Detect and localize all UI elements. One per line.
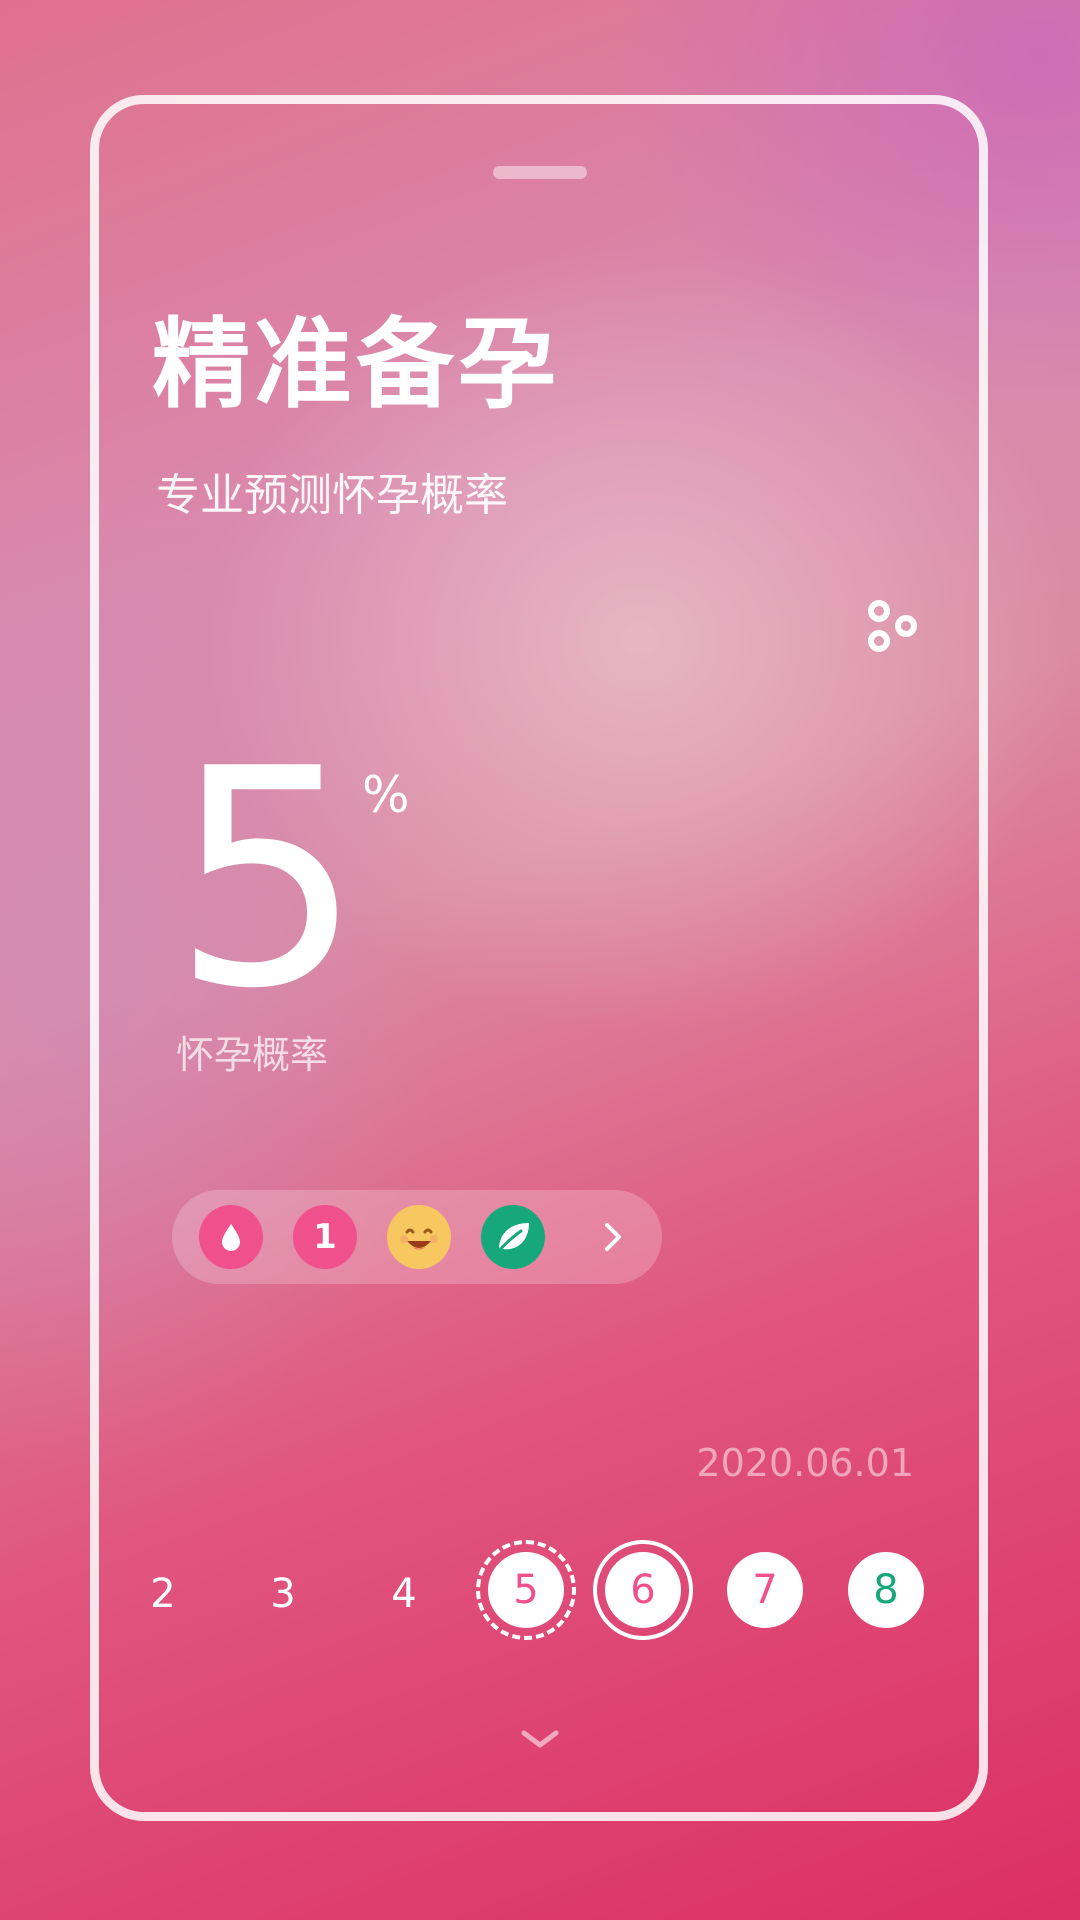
calendar-day[interactable]: 4: [364, 1554, 444, 1634]
page-subtitle: 专业预测怀孕概率: [156, 470, 508, 521]
drag-handle[interactable]: [493, 166, 587, 179]
chevron-down-icon[interactable]: [520, 1728, 560, 1752]
page-title: 精准备孕: [152, 308, 561, 422]
smile-face-icon: [400, 1228, 438, 1250]
drop-icon: [222, 1224, 240, 1251]
calendar-day[interactable]: 3: [243, 1554, 323, 1634]
calendar-day[interactable]: 2: [123, 1554, 203, 1634]
more-dots-icon[interactable]: [866, 598, 922, 658]
calendar-day-today[interactable]: 5: [476, 1540, 576, 1640]
probability-unit: %: [362, 766, 410, 824]
probability-value: 5: [172, 705, 363, 1054]
calendar-day[interactable]: 8: [848, 1552, 924, 1628]
status-item-drop[interactable]: [199, 1205, 263, 1269]
status-item-leaf[interactable]: [481, 1205, 545, 1269]
chevron-right-icon[interactable]: [596, 1220, 630, 1254]
selected-date: 2020.06.01: [696, 1441, 914, 1485]
number-badge: 1: [313, 1217, 337, 1257]
status-item-number[interactable]: 1: [293, 1205, 357, 1269]
probability-label: 怀孕概率: [176, 1033, 329, 1077]
status-item-mood[interactable]: [387, 1205, 451, 1269]
calendar-day[interactable]: 7: [727, 1552, 803, 1628]
leaf-icon: [495, 1223, 529, 1255]
status-pill[interactable]: 1: [172, 1190, 662, 1284]
calendar-day-selected[interactable]: 6: [593, 1540, 693, 1640]
